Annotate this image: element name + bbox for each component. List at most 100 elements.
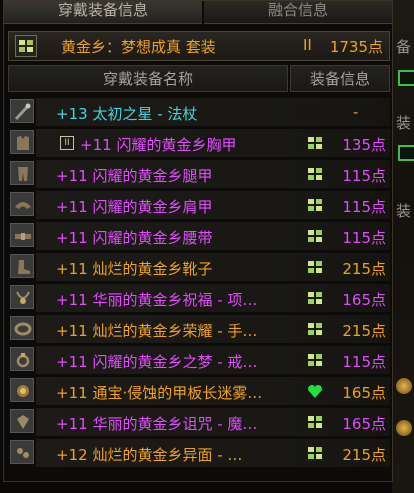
set-piece-icon (308, 354, 322, 366)
side-orb-icon (396, 420, 412, 436)
ring-icon (10, 347, 34, 371)
item-points: 115点 (342, 198, 386, 216)
side-orb-icon (396, 378, 412, 394)
set-piece-icon (308, 168, 322, 180)
bracelet-icon (10, 316, 34, 340)
heart-marker (306, 382, 324, 400)
side-checkbox[interactable] (398, 70, 414, 86)
background-window-edge: 备 装 装 (392, 0, 414, 493)
set-name: 黄金乡：梦想成真 套装 (61, 38, 216, 56)
enhance-level: +11 (56, 198, 88, 216)
staff-icon (10, 99, 34, 123)
item-name: +11 闪耀的黄金乡之梦 - 戒… (56, 351, 306, 372)
item-points: 165点 (342, 415, 386, 433)
column-header-info[interactable]: 装备信息 (290, 65, 390, 92)
item-points: 115点 (342, 167, 386, 185)
tab-fusion-info[interactable]: 融合信息 (204, 1, 392, 24)
equipment-row[interactable]: II +11 闪耀的黄金乡胸甲 135点 (8, 128, 390, 159)
item-title: 灿烂的黄金乡荣耀 - 手… (92, 322, 258, 340)
side-checkbox[interactable] (398, 145, 414, 161)
leg-armor-icon (10, 161, 34, 185)
tab-bar: 穿戴装备信息 融合信息 (4, 1, 392, 24)
item-title: 灿烂的黄金乡靴子 (92, 260, 213, 278)
enhance-level: +11 (56, 229, 88, 247)
side-text-fragment: 备 (396, 38, 412, 56)
set-piece-marker (306, 227, 324, 245)
item-points: 165点 (342, 384, 386, 402)
equipment-row[interactable]: +11 闪耀的黄金乡腰带 115点 (8, 221, 390, 252)
item-title: 华丽的黄金乡祝福 - 项… (92, 291, 258, 309)
gem-icon (10, 409, 34, 433)
enhance-level: +11 (56, 384, 88, 402)
tab-worn-equipment[interactable]: 穿戴装备信息 (4, 1, 202, 24)
jewel-icon (10, 378, 34, 402)
equipment-row[interactable]: +11 华丽的黄金乡诅咒 - 魔… 165点 (8, 407, 390, 438)
item-points: 115点 (342, 353, 386, 371)
equipment-row[interactable]: +11 华丽的黄金乡祝福 - 项… 165点 (8, 283, 390, 314)
belt-icon (10, 223, 34, 247)
item-points: 115点 (342, 229, 386, 247)
item-points: 165点 (342, 291, 386, 309)
set-piece-icon (308, 137, 322, 149)
equipment-row[interactable]: +11 闪耀的黄金乡腿甲 115点 (8, 159, 390, 190)
set-piece-marker (306, 444, 324, 462)
equipment-row[interactable]: +11 通宝·侵蚀的甲板长迷雾… 165点 (8, 376, 390, 407)
item-points: 215点 (342, 322, 386, 340)
equipment-row[interactable]: +13 太初之星 - 法杖 - (8, 97, 390, 128)
set-piece-marker (306, 165, 324, 183)
item-name: +11 通宝·侵蚀的甲板长迷雾… (56, 382, 306, 403)
item-title: 灿烂的黄金乡异面 - … (92, 446, 243, 464)
set-piece-icon (308, 261, 322, 273)
item-name: +11 灿烂的黄金乡靴子 (56, 258, 306, 279)
set-piece-icon (308, 447, 322, 459)
item-name: +11 华丽的黄金乡诅咒 - 魔… (56, 413, 306, 434)
equipment-row[interactable]: +11 灿烂的黄金乡荣耀 - 手… 215点 (8, 314, 390, 345)
set-piece-icon (308, 230, 322, 242)
item-name: +13 太初之星 - 法杖 (56, 103, 306, 124)
item-points: 135点 (342, 136, 386, 154)
item-title: 闪耀的黄金乡肩甲 (92, 198, 213, 216)
set-piece-marker (306, 351, 324, 369)
enhance-level: +11 (56, 322, 88, 340)
item-title: 闪耀的黄金乡胸甲 (116, 136, 237, 154)
set-piece-marker (306, 413, 324, 431)
enhance-level: +11 (56, 260, 88, 278)
set-points: 1735点 (329, 38, 383, 56)
equipment-row[interactable]: +12 灿烂的黄金乡异面 - … 215点 (8, 438, 390, 469)
item-name: +11 闪耀的黄金乡腿甲 (56, 165, 306, 186)
set-tier: II (303, 36, 312, 54)
item-name: +11 闪耀的黄金乡肩甲 (56, 196, 306, 217)
enhance-level: +12 (56, 446, 88, 464)
equipment-row[interactable]: +11 闪耀的黄金乡之梦 - 戒… 115点 (8, 345, 390, 376)
heart-icon (308, 385, 322, 398)
equipment-row[interactable]: +11 灿烂的黄金乡靴子 215点 (8, 252, 390, 283)
set-piece-marker (306, 134, 324, 152)
set-piece-icon (308, 199, 322, 211)
chest-armor-icon (10, 130, 34, 154)
item-points: 215点 (342, 446, 386, 464)
item-title: 华丽的黄金乡诅咒 - 魔… (92, 415, 258, 433)
set-emblem-icon (15, 35, 37, 57)
set-piece-marker (306, 258, 324, 276)
item-title: 太初之星 - 法杖 (92, 105, 198, 123)
enhance-level: +11 (56, 415, 88, 433)
item-title: 闪耀的黄金乡之梦 - 戒… (92, 353, 258, 371)
side-text-fragment: 装 (396, 114, 412, 132)
item-points: - (353, 103, 359, 121)
earring-icon (10, 440, 34, 464)
set-piece-icon (308, 416, 322, 428)
item-title: 闪耀的黄金乡腰带 (92, 229, 213, 247)
enhance-level: +11 (56, 291, 88, 309)
equipment-row[interactable]: +11 闪耀的黄金乡肩甲 115点 (8, 190, 390, 221)
set-bonus-row[interactable]: 黄金乡：梦想成真 套装 II 1735点 (8, 31, 390, 61)
side-text-fragment: 装 (396, 202, 412, 220)
enhance-level: +11 (80, 136, 112, 154)
item-name: +11 灿烂的黄金乡荣耀 - 手… (56, 320, 306, 341)
item-title: 闪耀的黄金乡腿甲 (92, 167, 213, 185)
set-piece-icon (308, 292, 322, 304)
item-name: +11 闪耀的黄金乡胸甲 (80, 134, 310, 155)
item-name: +11 闪耀的黄金乡腰带 (56, 227, 306, 248)
set-piece-marker (306, 289, 324, 307)
column-header-name[interactable]: 穿戴装备名称 (8, 65, 288, 92)
boots-icon (10, 254, 34, 278)
